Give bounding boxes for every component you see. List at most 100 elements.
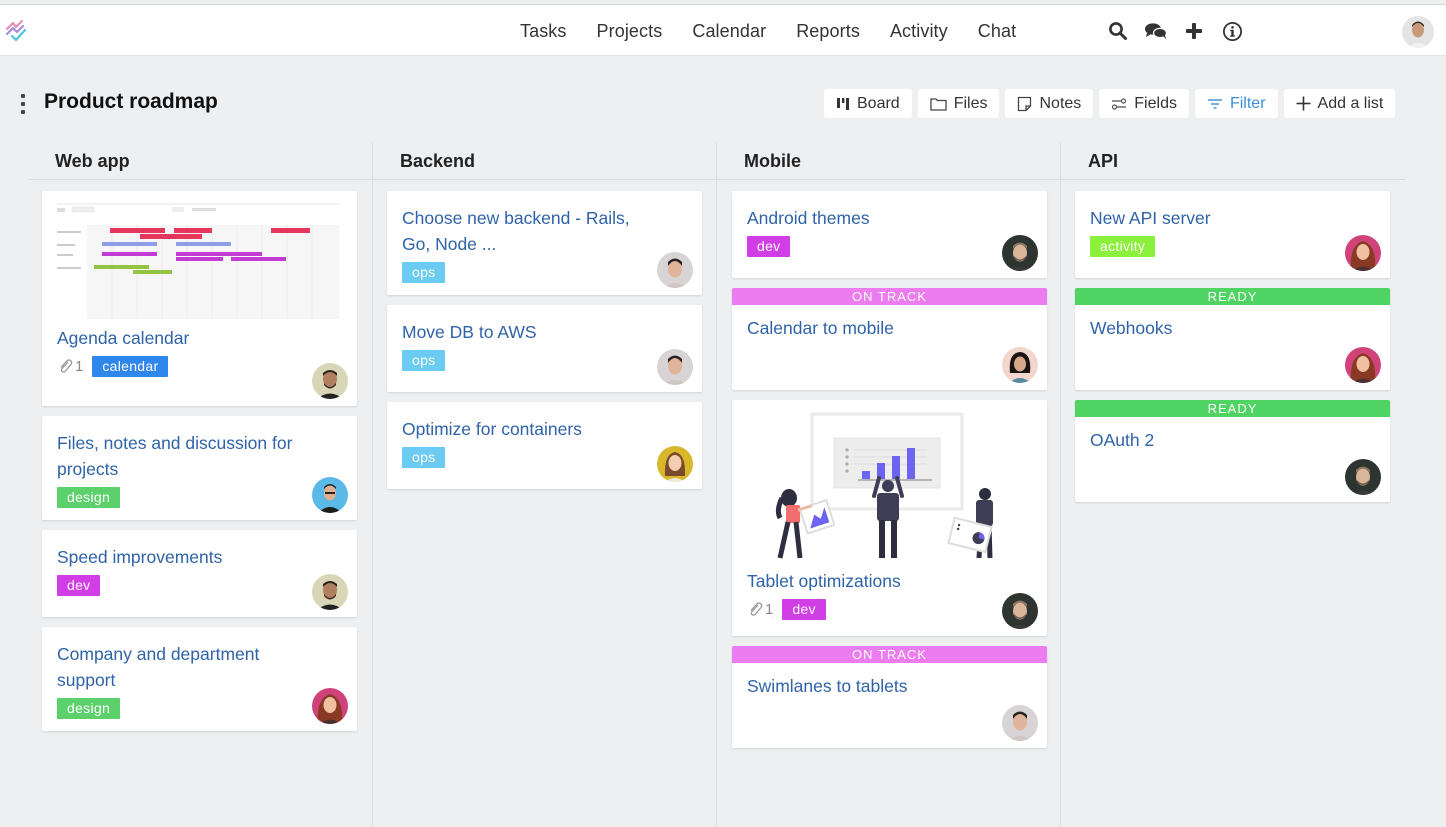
assignee-avatar[interactable] [1345, 347, 1381, 383]
nav-activity[interactable]: Activity [890, 21, 948, 42]
status-badge: ON TRACK [732, 288, 1047, 305]
card-title[interactable]: Move DB to AWS [402, 319, 687, 345]
card-title[interactable]: Tablet optimizations [747, 568, 1032, 594]
add-list-button[interactable]: Add a list [1283, 89, 1396, 118]
assignee-avatar[interactable] [312, 574, 348, 610]
status-badge: READY [1075, 400, 1390, 417]
card-title[interactable]: Optimize for containers [402, 416, 687, 442]
card-files-notes[interactable]: Files, notes and discussion for projects… [42, 416, 357, 520]
filter-label: Filter [1229, 94, 1266, 112]
list-title[interactable]: Backend [373, 143, 716, 180]
assignee-avatar[interactable] [1002, 235, 1038, 271]
plus-icon[interactable] [1182, 19, 1206, 43]
assignee-avatar[interactable] [657, 446, 693, 482]
card-swimlanes-tablets[interactable]: ON TRACK Swimlanes to tablets [732, 646, 1047, 748]
attachment-count: 1 [57, 358, 83, 375]
list-mobile: Mobile Android themes dev ON TRACK Calen… [716, 143, 1060, 827]
assignee-avatar[interactable] [312, 363, 348, 399]
card-new-api-server[interactable]: New API server activity [1075, 191, 1390, 278]
card-company-department[interactable]: Company and department support design [42, 627, 357, 731]
nav-reports[interactable]: Reports [796, 21, 860, 42]
notes-button[interactable]: Notes [1005, 89, 1094, 118]
card-oauth-2[interactable]: READY OAuth 2 [1075, 400, 1390, 502]
tag-dev[interactable]: dev [747, 235, 791, 257]
list-title[interactable]: Web app [28, 143, 372, 180]
add-list-label: Add a list [1317, 94, 1384, 112]
fields-label: Fields [1134, 94, 1177, 112]
card-title[interactable]: Agenda calendar [57, 325, 342, 351]
card-title[interactable]: New API server [1090, 205, 1375, 231]
info-icon[interactable] [1220, 19, 1244, 43]
board-icon [836, 97, 850, 111]
card-title[interactable]: Android themes [747, 205, 1032, 231]
calendar-thumbnail-image [42, 191, 357, 319]
assignee-avatar[interactable] [312, 477, 348, 513]
card-title[interactable]: Calendar to mobile [747, 315, 1032, 341]
kanban-board: Web app Agenda calendar 1 calendar Files… [28, 143, 1406, 827]
top-nav-bar: Tasks Projects Calendar Reports Activity… [0, 4, 1446, 56]
list-web-app: Web app Agenda calendar 1 calendar Files… [28, 143, 372, 827]
plus-icon [1296, 96, 1311, 111]
tag-dev[interactable]: dev [57, 574, 101, 596]
card-choose-backend[interactable]: Choose new backend - Rails, Go, Node ...… [387, 191, 702, 295]
filter-button[interactable]: Filter [1194, 89, 1278, 118]
assignee-avatar[interactable] [1002, 347, 1038, 383]
fields-button[interactable]: Fields [1099, 89, 1189, 118]
card-optimize-containers[interactable]: Optimize for containers ops [387, 402, 702, 489]
card-title[interactable]: Speed improvements [57, 544, 342, 570]
card-title[interactable]: Files, notes and discussion for projects [57, 430, 342, 482]
files-button[interactable]: Files [917, 89, 1000, 118]
tag-ops[interactable]: ops [402, 349, 446, 371]
card-move-db-aws[interactable]: Move DB to AWS ops [387, 305, 702, 392]
tag-dev[interactable]: dev [782, 598, 826, 620]
attachment-count-value: 1 [75, 357, 84, 375]
folder-icon [930, 97, 947, 111]
filter-icon [1207, 98, 1223, 110]
assignee-avatar[interactable] [657, 349, 693, 385]
list-title[interactable]: Mobile [717, 143, 1060, 180]
nav-tasks[interactable]: Tasks [520, 21, 567, 42]
card-agenda-calendar[interactable]: Agenda calendar 1 calendar [42, 191, 357, 406]
card-title[interactable]: Choose new backend - Rails, Go, Node ... [402, 205, 687, 257]
card-title[interactable]: Webhooks [1090, 315, 1375, 341]
search-icon[interactable] [1106, 19, 1130, 43]
user-avatar[interactable] [1402, 16, 1434, 48]
more-options-icon[interactable] [19, 94, 27, 114]
list-backend: Backend Choose new backend - Rails, Go, … [372, 143, 716, 827]
tag-ops[interactable]: ops [402, 446, 446, 468]
board-toolbar: Board Files Notes Fields Filter Add a li… [824, 89, 1396, 118]
note-icon [1017, 96, 1032, 112]
assignee-avatar[interactable] [1002, 705, 1038, 741]
nav-projects[interactable]: Projects [597, 21, 663, 42]
list-api: API New API server activity READY Webhoo… [1060, 143, 1405, 827]
card-title[interactable]: OAuth 2 [1090, 427, 1375, 453]
nav-chat[interactable]: Chat [978, 21, 1016, 42]
nav-calendar[interactable]: Calendar [692, 21, 766, 42]
assignee-avatar[interactable] [1345, 235, 1381, 271]
board-label: Board [857, 94, 900, 112]
card-speed-improvements[interactable]: Speed improvements dev [42, 530, 357, 617]
list-title[interactable]: API [1061, 143, 1405, 180]
card-title[interactable]: Swimlanes to tablets [747, 673, 1032, 699]
tag-design[interactable]: design [57, 486, 121, 508]
tag-activity[interactable]: activity [1090, 235, 1156, 257]
app-logo-icon[interactable] [4, 19, 32, 43]
assignee-avatar[interactable] [1002, 593, 1038, 629]
nav-icon-group [1106, 19, 1258, 43]
card-webhooks[interactable]: READY Webhooks [1075, 288, 1390, 390]
board-button[interactable]: Board [824, 89, 912, 118]
paperclip-icon [60, 359, 73, 373]
assignee-avatar[interactable] [1345, 459, 1381, 495]
card-title[interactable]: Company and department support [57, 641, 342, 693]
tag-calendar[interactable]: calendar [92, 355, 169, 377]
tag-design[interactable]: design [57, 697, 121, 719]
assignee-avatar[interactable] [312, 688, 348, 724]
card-calendar-to-mobile[interactable]: ON TRACK Calendar to mobile [732, 288, 1047, 390]
chat-bubbles-icon[interactable] [1144, 19, 1168, 43]
tag-ops[interactable]: ops [402, 261, 446, 283]
status-badge: ON TRACK [732, 646, 1047, 663]
assignee-avatar[interactable] [657, 252, 693, 288]
card-tablet-optimizations[interactable]: Tablet optimizations 1 dev [732, 400, 1047, 636]
card-android-themes[interactable]: Android themes dev [732, 191, 1047, 278]
attachment-count: 1 [747, 601, 773, 618]
